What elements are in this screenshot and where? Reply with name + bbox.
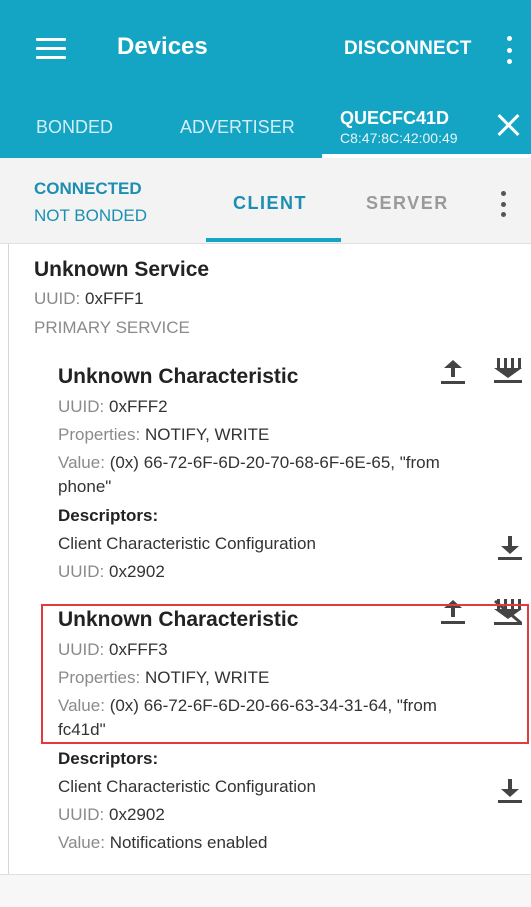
close-icon[interactable]	[497, 113, 521, 137]
characteristic-name[interactable]: Unknown Characteristic	[58, 365, 298, 389]
more-vert-icon[interactable]	[498, 191, 508, 217]
characteristic-value: Value: (0x) 66-72-6F-6D-20-70-68-6F-6E-6…	[58, 453, 440, 472]
characteristic-value-cont: phone"	[58, 477, 112, 496]
download-icon[interactable]	[497, 779, 523, 803]
device-tabs: BONDED ADVERTISER QUECFC41D C8:47:8C:42:…	[0, 98, 531, 158]
service-list: Unknown Service UUID: 0xFFF1 PRIMARY SER…	[0, 244, 531, 907]
tab-server[interactable]: SERVER	[366, 193, 449, 214]
menu-icon[interactable]	[36, 38, 66, 60]
descriptor-name[interactable]: Client Characteristic Configuration	[58, 777, 316, 797]
bond-state: NOT BONDED	[34, 206, 148, 225]
upload-icon[interactable]	[440, 360, 466, 384]
page-title: Devices	[117, 33, 208, 60]
bottom-area	[0, 875, 531, 907]
descriptor-uuid: UUID: 0x2902	[58, 562, 165, 581]
device-name: QUECFC41D	[340, 108, 450, 128]
notify-enable-icon[interactable]	[493, 358, 523, 384]
device-mac: C8:47:8C:42:00:49	[340, 130, 458, 146]
connection-state: CONNECTED	[34, 179, 142, 198]
app-bar: Devices DISCONNECT	[0, 0, 531, 98]
tab-advertiser[interactable]: ADVERTISER	[180, 117, 295, 138]
descriptors-label: Descriptors:	[58, 749, 159, 768]
descriptor-name[interactable]: Client Characteristic Configuration	[58, 534, 316, 554]
service-uuid: UUID: 0xFFF1	[34, 289, 144, 308]
subtab-indicator	[206, 238, 341, 242]
characteristic-uuid: UUID: 0xFFF2	[58, 397, 168, 416]
tab-device[interactable]: QUECFC41D C8:47:8C:42:00:49	[340, 108, 458, 146]
connection-subbar: CONNECTED NOT BONDED CLIENT SERVER	[0, 158, 531, 244]
download-icon[interactable]	[497, 536, 523, 560]
descriptor-value: Value: Notifications enabled	[58, 833, 268, 852]
highlight-box	[41, 604, 529, 744]
characteristic-properties: Properties: NOTIFY, WRITE	[58, 425, 270, 444]
descriptor-uuid: UUID: 0x2902	[58, 805, 165, 824]
more-vert-icon[interactable]	[503, 36, 515, 64]
tab-bonded[interactable]: BONDED	[36, 117, 113, 138]
disconnect-button[interactable]: DISCONNECT	[344, 38, 472, 60]
service-name[interactable]: Unknown Service	[34, 258, 209, 282]
tab-client[interactable]: CLIENT	[233, 193, 307, 214]
service-type: PRIMARY SERVICE	[34, 318, 190, 337]
descriptors-label: Descriptors:	[58, 506, 159, 525]
